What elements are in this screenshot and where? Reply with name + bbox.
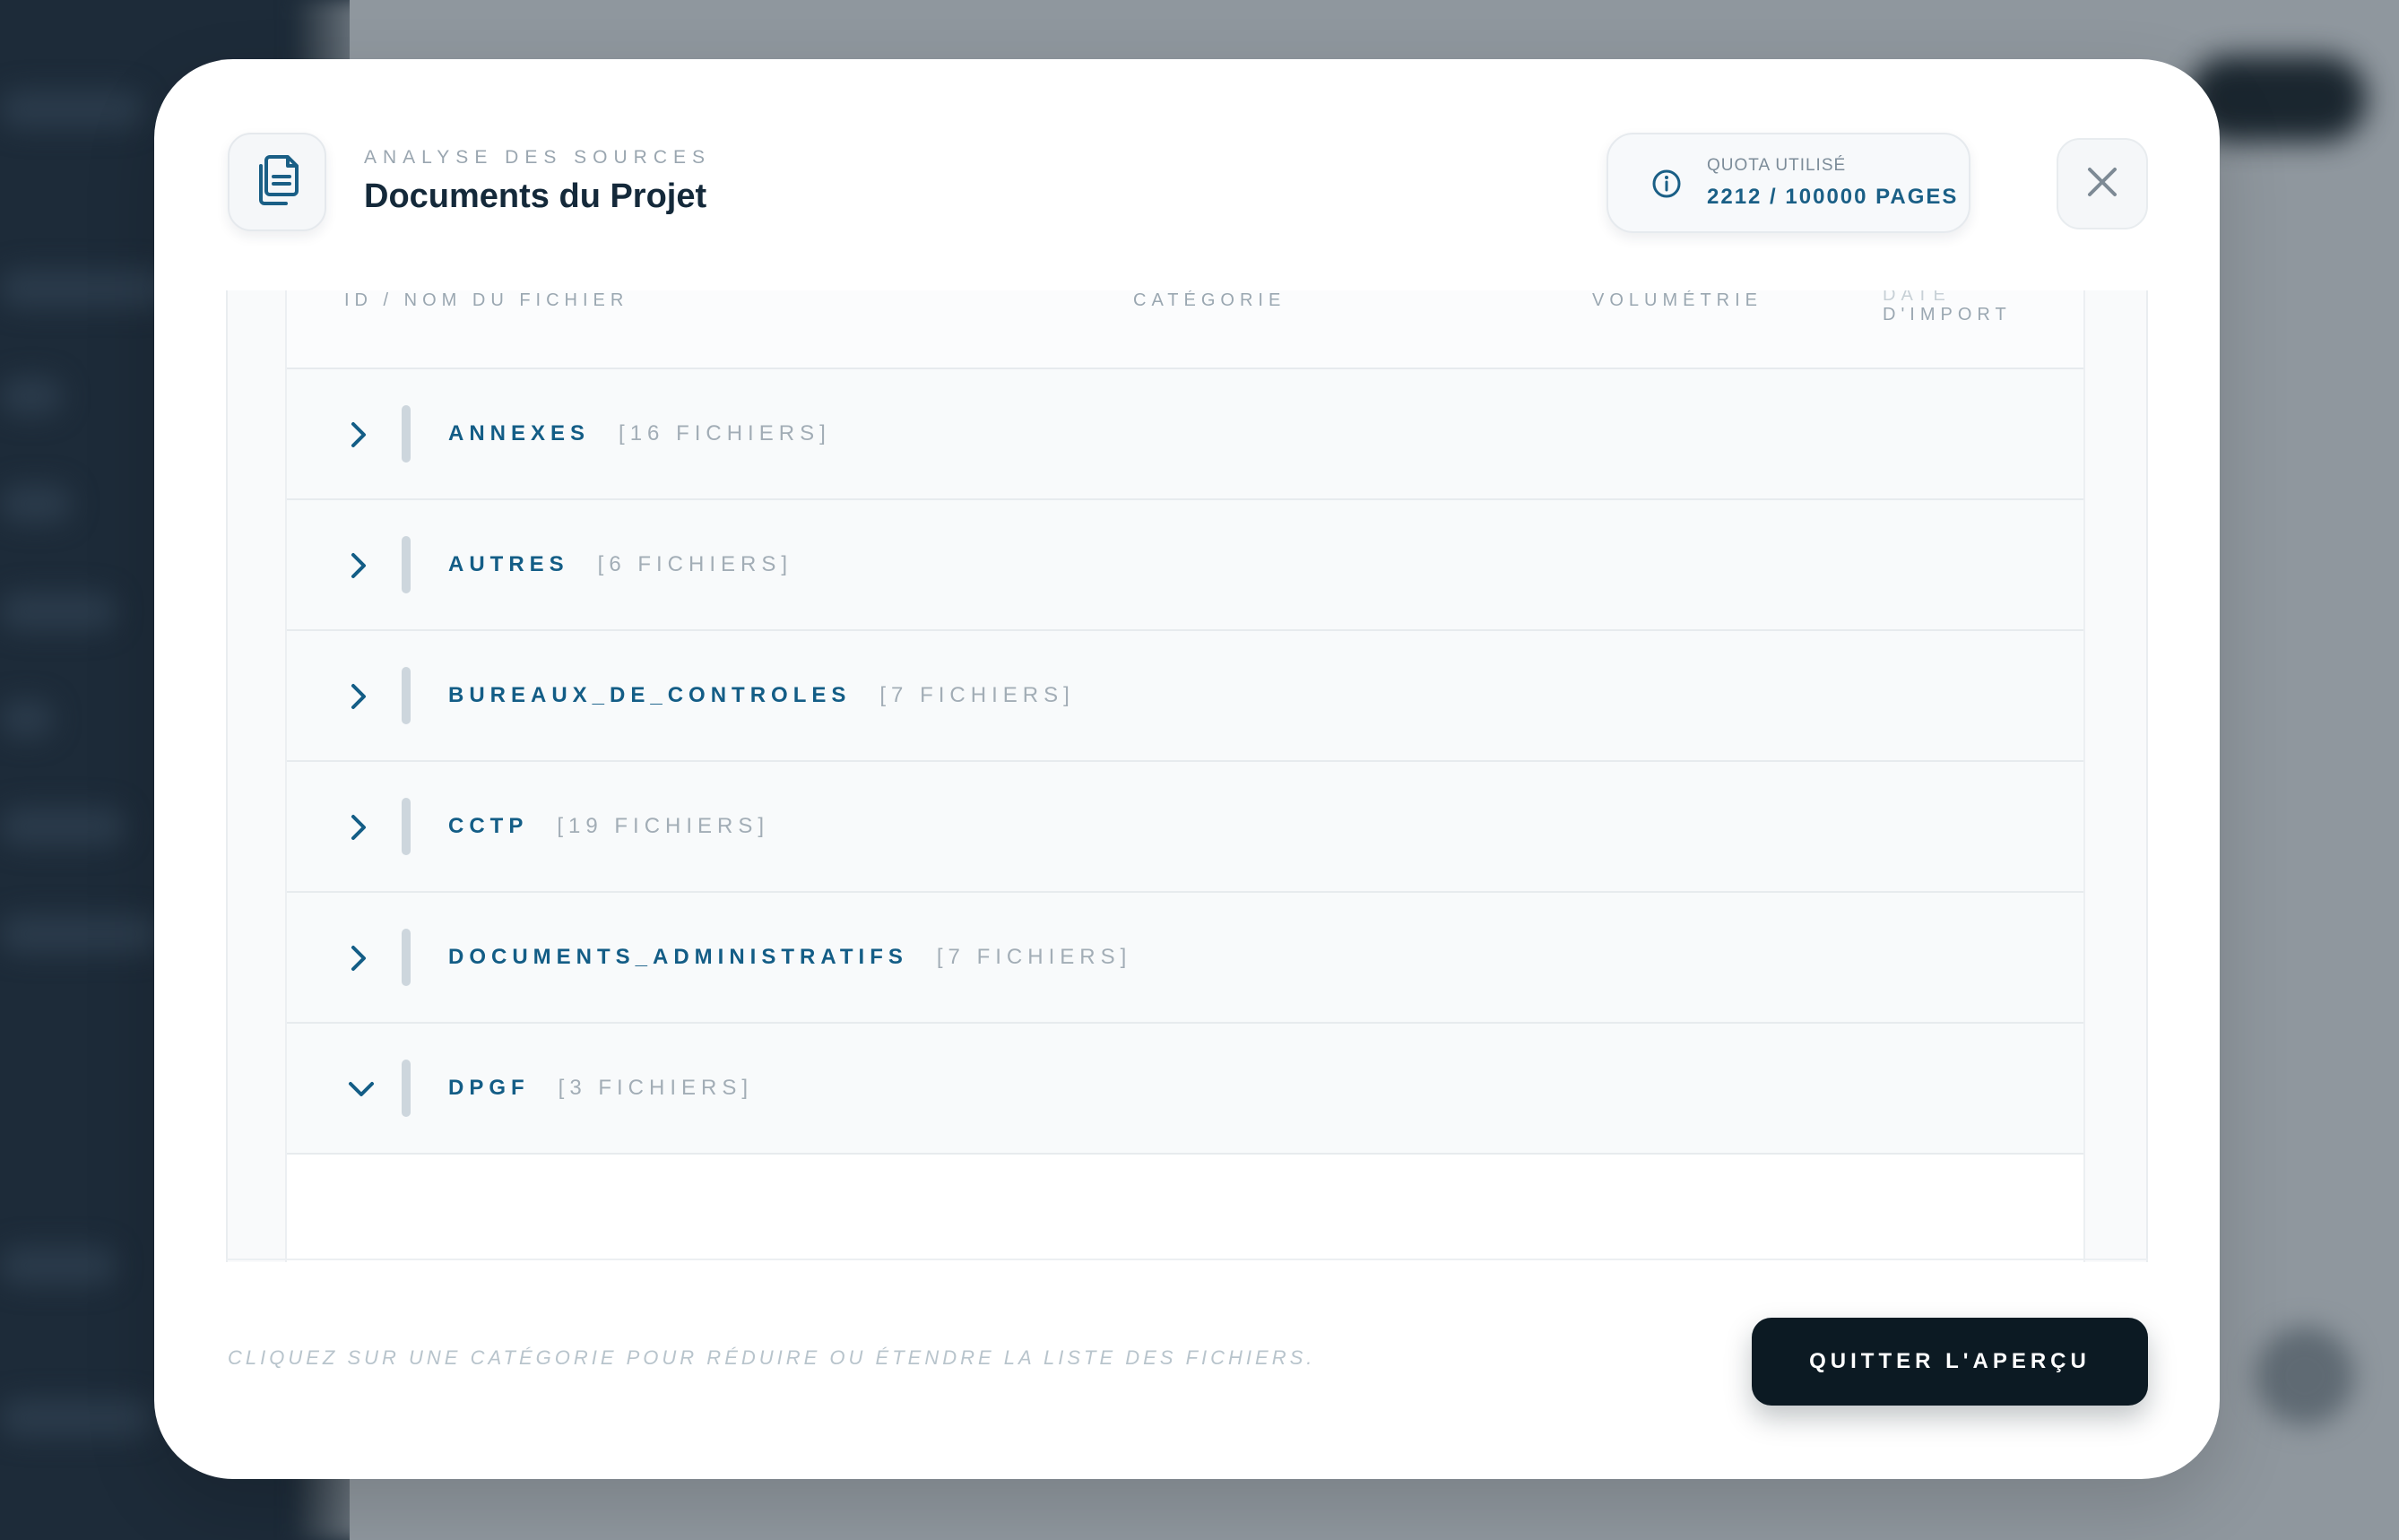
chevron-down-icon (346, 1074, 377, 1109)
row-divider-bar (402, 405, 411, 463)
category-name: BUREAUX_DE_CONTROLES [7 FICHIERS] (448, 683, 1075, 707)
row-divider-bar (402, 1060, 411, 1117)
column-header-volume: VOLUMÉTRIE (1592, 290, 1763, 310)
files-table: ID / NOM DU FICHIER CATÉGORIE VOLUMÉTRIE… (285, 290, 2085, 1262)
column-header-filename: ID / NOM DU FICHIER (344, 290, 629, 310)
footer-hint: CLIQUEZ SUR UNE CATÉGORIE POUR RÉDUIRE O… (228, 1346, 1316, 1369)
category-row-autres[interactable]: AUTRES [6 FICHIERS] (287, 500, 2083, 631)
modal-title: Documents du Projet (364, 177, 707, 215)
row-divider-bar (402, 929, 411, 986)
file-count: [6 FICHIERS] (597, 552, 793, 576)
documents-modal: ANALYSE DES SOURCES Documents du Projet … (154, 59, 2220, 1479)
column-header-category: CATÉGORIE (1133, 290, 1286, 310)
file-count: [19 FICHIERS] (557, 814, 770, 838)
chevron-right-icon (346, 943, 371, 978)
modal-subtitle: ANALYSE DES SOURCES (364, 147, 712, 168)
row-divider-bar (402, 798, 411, 855)
expanded-file-list (287, 1214, 2083, 1262)
files-table-scroll-area[interactable]: ID / NOM DU FICHIER CATÉGORIE VOLUMÉTRIE… (226, 290, 2148, 1262)
category-name: AUTRES [6 FICHIERS] (448, 552, 793, 576)
info-icon (1651, 169, 1682, 203)
column-header-date: D'IMPORT (1883, 305, 2012, 324)
file-count: [7 FICHIERS] (879, 683, 1075, 707)
category-row-dpgf[interactable]: DPGF [3 FICHIERS] (287, 1024, 2083, 1155)
background-blur-bar (0, 90, 143, 129)
background-blur-bar (0, 699, 54, 739)
category-row-documents-administratifs[interactable]: DOCUMENTS_ADMINISTRATIFS [7 FICHIERS] (287, 893, 2083, 1024)
background-blur-bar (0, 914, 161, 954)
file-count: [3 FICHIERS] (558, 1076, 754, 1100)
background-fab (2256, 1327, 2354, 1425)
close-icon (2086, 166, 2118, 203)
file-count: [7 FICHIERS] (936, 945, 1132, 969)
category-row-cctp[interactable]: CCTP [19 FICHIERS] (287, 762, 2083, 893)
header-icon-box (228, 133, 326, 231)
background-blur-bar (0, 484, 72, 523)
chevron-right-icon (346, 681, 371, 716)
category-name: CCTP [19 FICHIERS] (448, 814, 770, 838)
category-row-bureaux-de-controles[interactable]: BUREAUX_DE_CONTROLES [7 FICHIERS] (287, 631, 2083, 762)
chevron-right-icon (346, 420, 371, 454)
background-blur-bar (0, 1398, 152, 1438)
file-count: [16 FICHIERS] (619, 421, 831, 446)
category-name: DPGF [3 FICHIERS] (448, 1076, 754, 1100)
background-blur-bar (0, 1246, 117, 1285)
close-button[interactable] (2057, 138, 2148, 229)
quota-label: QUOTA UTILISÉ (1707, 156, 1847, 175)
background-blur-bar (0, 592, 117, 631)
chevron-right-icon (346, 550, 371, 585)
quit-preview-button[interactable]: QUITTER L'APERÇU (1752, 1318, 2148, 1406)
quota-value: 2212 / 100000 PAGES (1707, 185, 1959, 209)
row-divider-bar (402, 536, 411, 593)
quota-indicator: QUOTA UTILISÉ 2212 / 100000 PAGES (1607, 133, 1970, 233)
table-header: ID / NOM DU FICHIER CATÉGORIE VOLUMÉTRIE… (287, 290, 2083, 369)
category-name: ANNEXES [16 FICHIERS] (448, 421, 831, 446)
column-header-date-top: DATE (1883, 290, 1951, 301)
footer-divider (226, 1259, 2148, 1260)
background-blur-bar (0, 807, 126, 846)
category-name: DOCUMENTS_ADMINISTRATIFS [7 FICHIERS] (448, 945, 1132, 969)
background-blur-bar (0, 376, 63, 416)
category-row-annexes[interactable]: ANNEXES [16 FICHIERS] (287, 369, 2083, 500)
documents-icon (252, 153, 302, 212)
chevron-right-icon (346, 812, 371, 847)
background-blur-bar (0, 269, 170, 308)
row-divider-bar (402, 667, 411, 724)
